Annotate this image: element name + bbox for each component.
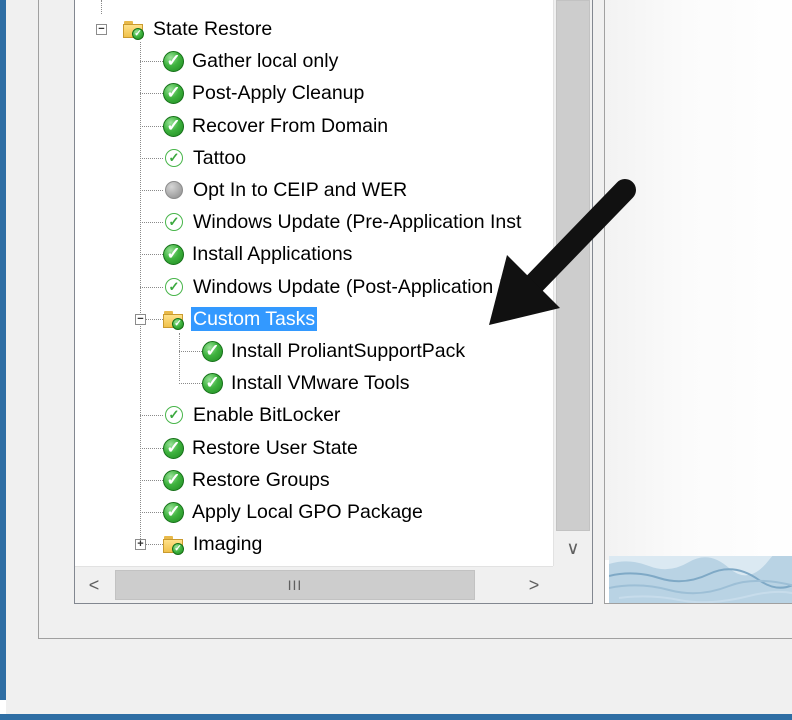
pointer-arrow-icon [489,179,636,325]
